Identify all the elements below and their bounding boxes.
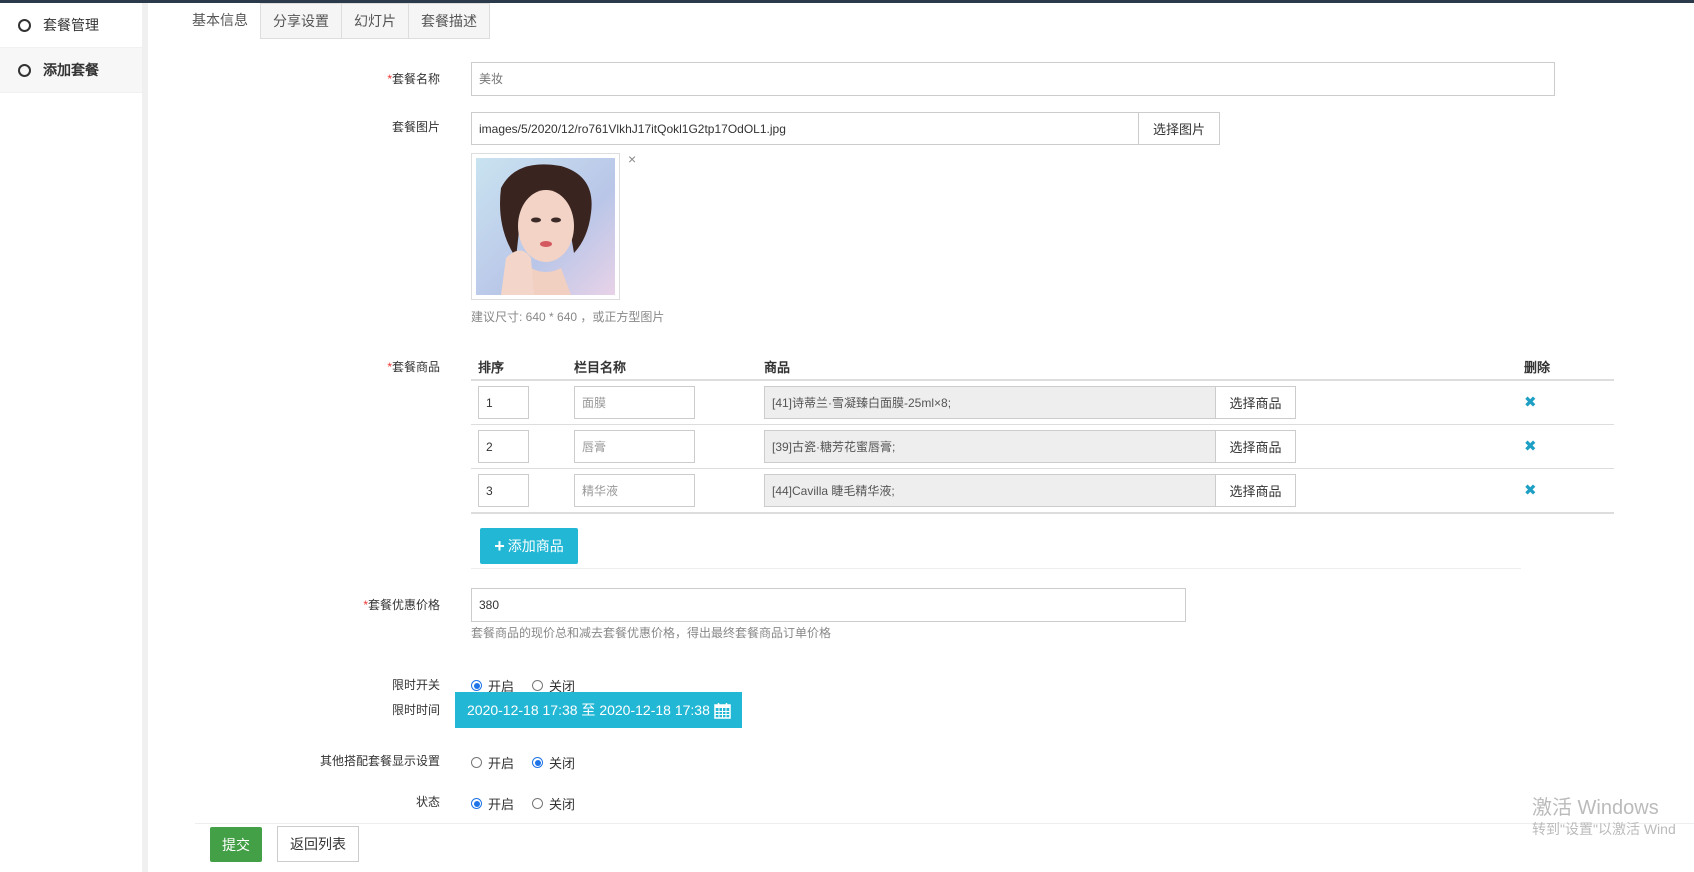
plus-icon: + xyxy=(494,535,505,556)
goods-label: *套餐商品 xyxy=(387,360,440,374)
col-header-sort: 排序 xyxy=(478,360,505,375)
status-off-option[interactable]: 关闭 xyxy=(532,794,575,813)
radio-unchecked-icon[interactable] xyxy=(532,680,544,691)
portrait-image xyxy=(476,158,615,295)
date-range-picker[interactable]: 2020-12-18 17:38 至 2020-12-18 17:38 xyxy=(455,692,742,728)
add-goods-button[interactable]: + 添加商品 xyxy=(480,528,578,564)
sidebar-item-label: 套餐管理 xyxy=(43,17,99,33)
select-image-button[interactable]: 选择图片 xyxy=(1138,112,1220,145)
footer-divider xyxy=(195,823,1694,824)
select-goods-button[interactable]: 选择商品 xyxy=(1215,386,1296,419)
row-divider xyxy=(471,468,1614,469)
col-header-goods: 商品 xyxy=(764,360,791,375)
delete-icon[interactable]: ✖ xyxy=(1524,393,1537,411)
limit-time-label: 限时时间 xyxy=(391,703,440,717)
table-bottom-divider xyxy=(471,512,1614,514)
section-divider xyxy=(471,568,1521,569)
delete-icon[interactable]: ✖ xyxy=(1524,437,1537,455)
row-divider xyxy=(471,424,1614,425)
select-goods-button[interactable]: 选择商品 xyxy=(1215,430,1296,463)
sidebar: 套餐管理 添加套餐 xyxy=(0,3,148,872)
goods-field: [39]古瓷·糖芳花蜜唇膏; xyxy=(764,430,1216,463)
status-radio-group: 开启 关闭 xyxy=(471,794,593,813)
select-goods-button[interactable]: 选择商品 xyxy=(1215,474,1296,507)
column-name-input[interactable]: 面膜 xyxy=(574,386,695,419)
tab-slides[interactable]: 幻灯片 xyxy=(342,3,409,39)
radio-unchecked-icon[interactable] xyxy=(471,757,482,768)
image-preview xyxy=(471,153,620,300)
remove-image-icon[interactable]: × xyxy=(628,151,636,167)
sort-input[interactable]: 2 xyxy=(478,430,529,463)
radio-unchecked-icon[interactable] xyxy=(532,798,544,809)
table-header-divider xyxy=(471,379,1614,381)
sidebar-item-add-package[interactable]: 添加套餐 xyxy=(0,48,142,93)
activation-watermark-subtitle: 转到"设置"以激活 Wind xyxy=(1532,821,1676,837)
sidebar-item-label: 添加套餐 xyxy=(43,62,99,78)
radio-checked-icon[interactable] xyxy=(532,757,544,768)
image-help-text: 建议尺寸: 640 * 640 ，或正方型图片 xyxy=(471,310,665,324)
goods-field: [44]Cavilla 睫毛精华液; xyxy=(764,474,1216,507)
other-display-on-option[interactable]: 开启 xyxy=(471,753,514,772)
status-on-option[interactable]: 开启 xyxy=(471,794,514,813)
name-label: *套餐名称 xyxy=(387,72,440,86)
image-path-input[interactable]: images/5/2020/12/ro761VlkhJ17itQokl1G2tp… xyxy=(471,112,1139,145)
status-label: 状态 xyxy=(415,795,440,809)
name-input[interactable] xyxy=(471,62,1555,96)
submit-button[interactable]: 提交 xyxy=(210,827,262,862)
other-display-label: 其他搭配套餐显示设置 xyxy=(319,754,440,768)
tab-bar: 基本信息 分享设置 幻灯片 套餐描述 xyxy=(180,3,490,39)
activation-watermark-title: 激活 Windows xyxy=(1532,797,1659,819)
col-header-delete: 删除 xyxy=(1524,360,1551,375)
tab-description[interactable]: 套餐描述 xyxy=(409,3,490,39)
sort-input[interactable]: 3 xyxy=(478,474,529,507)
column-name-input[interactable]: 精华液 xyxy=(574,474,695,507)
sort-input[interactable]: 1 xyxy=(478,386,529,419)
other-display-off-option[interactable]: 关闭 xyxy=(532,753,575,772)
image-label: 套餐图片 xyxy=(391,120,440,134)
col-header-column: 栏目名称 xyxy=(574,360,627,375)
radio-checked-icon[interactable] xyxy=(471,680,482,691)
price-help-text: 套餐商品的现价总和减去套餐优惠价格，得出最终套餐商品订单价格 xyxy=(471,626,832,640)
sidebar-item-package-manage[interactable]: 套餐管理 xyxy=(0,3,142,48)
tab-basic-info[interactable]: 基本信息 xyxy=(180,3,260,37)
column-name-input[interactable]: 唇膏 xyxy=(574,430,695,463)
delete-icon[interactable]: ✖ xyxy=(1524,481,1537,499)
circle-icon xyxy=(18,63,31,77)
goods-field: [41]诗蒂兰·雪凝臻白面膜-25ml×8; xyxy=(764,386,1216,419)
back-to-list-button[interactable]: 返回列表 xyxy=(277,826,359,862)
other-display-radio-group: 开启 关闭 xyxy=(471,753,593,772)
circle-icon xyxy=(18,18,31,32)
tab-share-settings[interactable]: 分享设置 xyxy=(260,3,342,39)
calendar-icon xyxy=(714,702,731,719)
price-label: *套餐优惠价格 xyxy=(363,598,440,612)
limit-switch-label: 限时开关 xyxy=(391,678,440,692)
price-input[interactable]: 380 xyxy=(471,588,1186,622)
radio-checked-icon[interactable] xyxy=(471,798,482,809)
